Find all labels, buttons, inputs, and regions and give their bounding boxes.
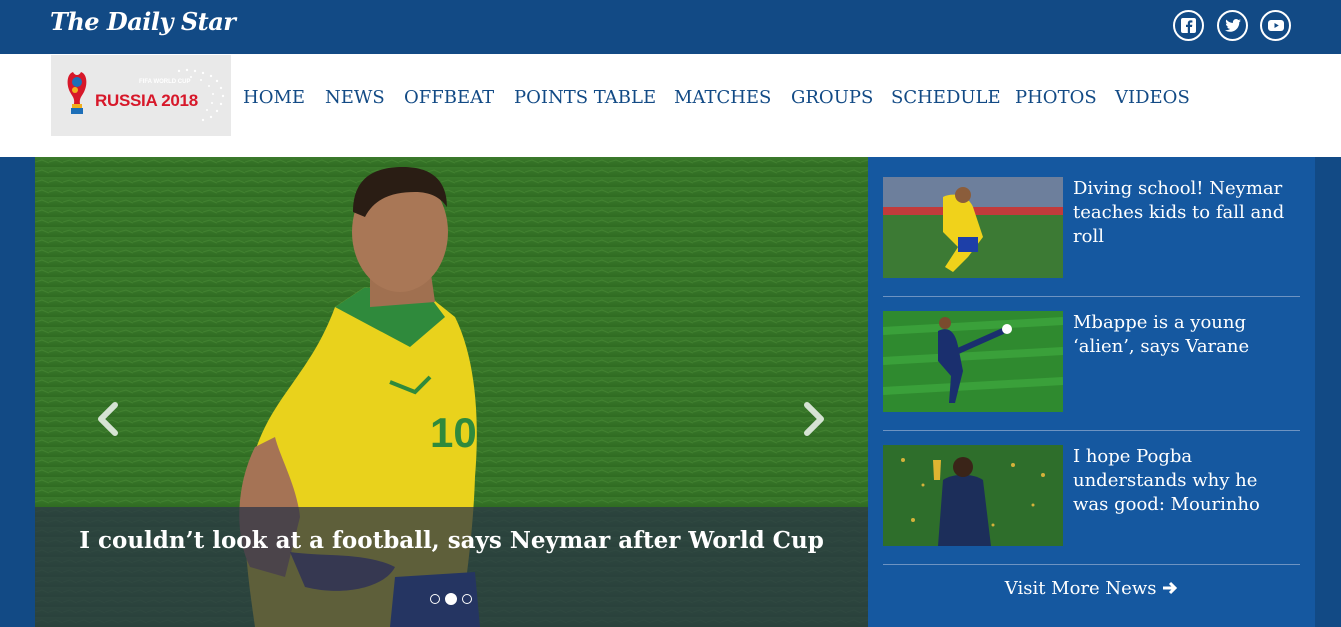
facebook-icon[interactable] [1173, 10, 1204, 41]
chevron-left-icon [98, 402, 118, 436]
news-title[interactable]: Diving school! Neymar teaches kids to fa… [1073, 177, 1293, 249]
slide-caption[interactable]: I couldn’t look at a football, says Neym… [35, 527, 868, 554]
arrow-right-icon [1163, 581, 1178, 595]
slider-dot[interactable] [430, 594, 440, 604]
slider-prev-button[interactable] [95, 401, 119, 447]
top-bar: The Daily Star [0, 0, 1341, 54]
featured-slider[interactable]: 10 I couldn’t look at a football, says N… [35, 157, 868, 627]
youtube-icon[interactable] [1260, 10, 1291, 41]
chevron-right-icon [804, 402, 824, 436]
visit-more-news-link[interactable]: Visit More News [868, 578, 1315, 599]
visit-more-label: Visit More News [1004, 578, 1157, 599]
twitter-icon[interactable] [1217, 10, 1248, 41]
news-title[interactable]: I hope Pogba understands why he was good… [1073, 445, 1293, 517]
nav-home[interactable]: HOME [243, 87, 305, 108]
slider-dot-active[interactable] [445, 593, 457, 605]
news-sidebar: Diving school! Neymar teaches kids to fa… [868, 157, 1315, 627]
divider [883, 296, 1300, 297]
slide-caption-box: I couldn’t look at a football, says Neym… [35, 507, 868, 627]
news-thumbnail [883, 177, 1063, 278]
nav-groups[interactable]: GROUPS [791, 87, 873, 108]
news-thumbnail [883, 311, 1063, 412]
divider [883, 430, 1300, 431]
site-logo[interactable]: The Daily Star [50, 7, 236, 36]
news-title[interactable]: Mbappe is a young ‘alien’, says Varane [1073, 311, 1293, 359]
main-nav: FIFA WORLD CUP RUSSIA 2018 HOME NEWS OFF… [0, 54, 1341, 157]
nav-offbeat[interactable]: OFFBEAT [404, 87, 494, 108]
decorative-dots [177, 68, 225, 122]
slider-next-button[interactable] [803, 401, 827, 447]
trophy-icon [67, 72, 87, 114]
svg-text:10: 10 [430, 409, 477, 456]
nav-photos[interactable]: PHOTOS [1015, 87, 1097, 108]
nav-matches[interactable]: MATCHES [674, 87, 771, 108]
news-thumbnail [883, 445, 1063, 546]
nav-schedule[interactable]: SCHEDULE [891, 87, 1001, 108]
nav-videos[interactable]: VIDEOS [1115, 87, 1190, 108]
world-cup-logo[interactable]: FIFA WORLD CUP RUSSIA 2018 [51, 55, 231, 136]
nav-news[interactable]: NEWS [325, 87, 385, 108]
nav-points-table[interactable]: POINTS TABLE [514, 87, 656, 108]
divider [883, 564, 1300, 565]
slider-dot[interactable] [462, 594, 472, 604]
